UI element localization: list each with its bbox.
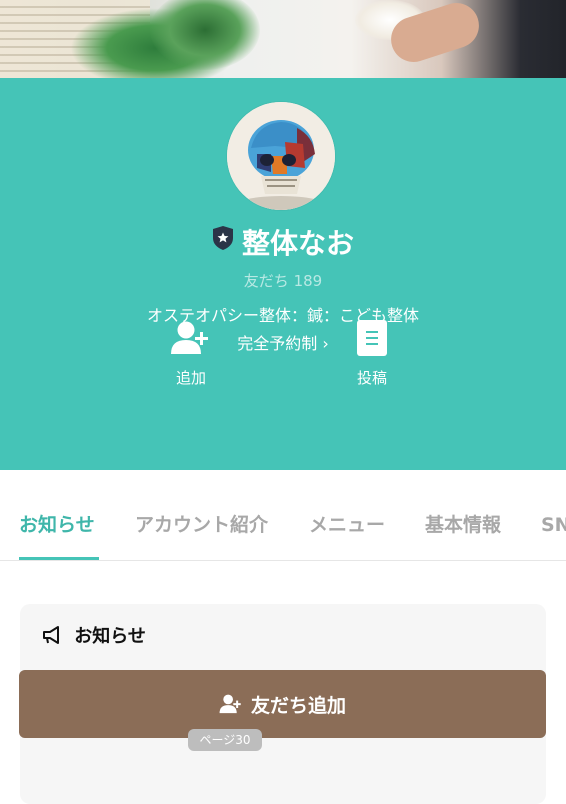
content-tabs: お知らせ アカウント紹介 メニュー 基本情報 SN: [0, 498, 566, 561]
add-friend-icon: [219, 694, 241, 714]
profile-avatar[interactable]: [227, 102, 335, 210]
add-friend-action[interactable]: 追加: [141, 318, 241, 388]
post-label: 投稿: [356, 369, 387, 387]
tab-basic-info[interactable]: 基本情報: [425, 512, 501, 538]
friends-count: 友だち 189: [0, 270, 566, 292]
add-friend-icon: [141, 318, 241, 358]
tab-notice[interactable]: お知らせ: [19, 512, 95, 538]
friends-number: 189: [293, 272, 323, 290]
verified-shield-icon: [212, 224, 234, 260]
tab-sns[interactable]: SN: [541, 512, 566, 538]
reservation-link[interactable]: 完全予約制 ›: [0, 332, 566, 356]
active-tab-indicator: [19, 557, 99, 560]
post-action[interactable]: 投稿: [322, 318, 422, 388]
page-indicator: ページ30: [188, 729, 262, 751]
notice-title-text: お知らせ: [74, 626, 146, 647]
add-friend-label: 追加: [175, 369, 206, 387]
account-name: 整体なお: [241, 227, 354, 260]
notice-card-title: お知らせ: [42, 624, 146, 650]
cover-photo: [0, 0, 566, 78]
add-friend-button-label: 友だち追加: [250, 694, 346, 717]
megaphone-icon: [42, 626, 74, 647]
tab-menu[interactable]: メニュー: [309, 512, 385, 538]
add-friend-button[interactable]: 友だち追加: [19, 670, 546, 738]
tab-account-intro[interactable]: アカウント紹介: [135, 512, 268, 538]
account-tagline: オステオパシー整体：鍼：こども整体: [146, 306, 419, 325]
friends-label: 友だち: [243, 272, 289, 290]
profile-header: 整体なお 友だち 189 オステオパシー整体：鍼：こども整体 完全予約制 › 追…: [0, 78, 566, 470]
profile-name-row: 整体なお: [0, 226, 566, 263]
post-icon: [322, 318, 422, 358]
